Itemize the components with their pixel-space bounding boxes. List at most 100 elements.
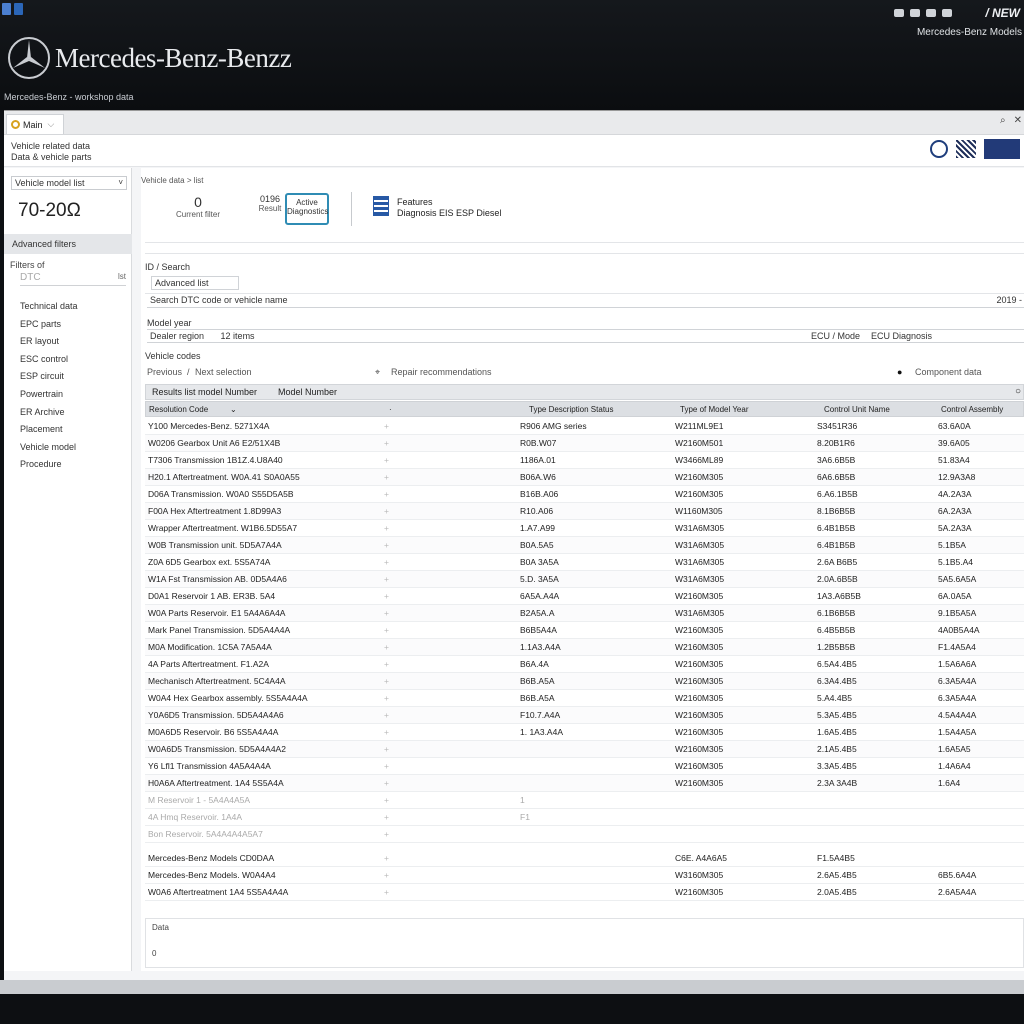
table-row[interactable]: H0A6A Aftertreatment. 1A4 5S5A4A + W2160M3… [145, 775, 1024, 792]
row-expand-icon[interactable]: + [384, 795, 389, 805]
table-row[interactable]: F00A Hex Aftertreatment 1.8D99A3 + R10.A06… [145, 503, 1024, 520]
sidebar-item[interactable]: ER Archive [20, 404, 78, 422]
settings-icon[interactable] [942, 9, 952, 17]
close-window-icon[interactable]: ✕ [1014, 115, 1022, 126]
table-row[interactable]: Bon Reservoir. 5A4A4A4A5A7 + [145, 826, 1024, 843]
table-row[interactable]: W0206 Gearbox Unit A6 E2/51X4B + R0B.W07 W2… [145, 435, 1024, 452]
table-row[interactable]: W0A6D5 Transmission. 5D5A4A4A2 + W2160M305… [145, 741, 1024, 758]
sidebar-item[interactable]: ESC control [20, 351, 78, 369]
app-icon[interactable] [2, 3, 11, 15]
table-row[interactable]: Mark Panel Transmission. 5D5A4A4A + B6B5A4… [145, 622, 1024, 639]
radio-selected-icon[interactable]: ● [897, 367, 902, 377]
row-expand-icon[interactable]: + [384, 540, 389, 550]
row-expand-icon[interactable]: + [384, 870, 389, 880]
sidebar-item[interactable]: EPC parts [20, 316, 78, 334]
table-row[interactable]: M0A Modification. 1C5A 7A5A4A +1.1A3.A4A W… [145, 639, 1024, 656]
row-expand-icon[interactable]: + [384, 829, 389, 839]
row-expand-icon[interactable]: + [384, 761, 389, 771]
row-expand-icon[interactable]: + [384, 591, 389, 601]
tab-main[interactable]: Main ⌵ [6, 114, 64, 134]
search-icon[interactable]: ⌕ [1000, 115, 1006, 126]
row-expand-icon[interactable]: + [384, 455, 389, 465]
table-row[interactable]: T7306 Transmission 1B1Z.4.U8A40 +1186A.01… [145, 452, 1024, 469]
row-expand-icon[interactable]: + [384, 642, 389, 652]
list-input[interactable]: Advanced list [151, 276, 239, 290]
previous-link[interactable]: Previous [147, 367, 182, 377]
table-row[interactable]: H20.1 Aftertreatment. W0A.41 S0A0A55 + B06… [145, 469, 1024, 486]
row-expand-icon[interactable]: + [384, 778, 389, 788]
toggle-icon[interactable] [894, 9, 904, 17]
table-row[interactable]: W1A Fst Transmission AB. 0D5A4A6 +5.D. 3A… [145, 571, 1024, 588]
table-row[interactable]: Wrapper Aftertreatment. W1B6.5D55A7 +1.A7… [145, 520, 1024, 537]
table-row[interactable]: D0A1 Reservoir 1 AB. ER3B. 5A4 +6A5A.A4A W… [145, 588, 1024, 605]
col-control-assembly[interactable]: Control Assembly [941, 405, 1003, 414]
close-icon[interactable]: ⌵ [48, 119, 55, 130]
row-expand-icon[interactable]: + [384, 812, 389, 822]
filter-input[interactable]: DTC lst [20, 272, 126, 286]
table-row[interactable]: Z0A 6D5 Gearbox ext. 5S5A74A + B0A 3A5A W31… [145, 554, 1024, 571]
active-diagnostics-button[interactable]: Active Diagnostics [285, 193, 329, 225]
table-row[interactable]: W0B Transmission unit. 5D5A7A4A + B0A.5A5 W… [145, 537, 1024, 554]
sidebar-item[interactable]: ESP circuit [20, 368, 78, 386]
table-row[interactable]: M Reservoir 1 - 5A4A4A5A +1 [145, 792, 1024, 809]
sidebar-section-header[interactable]: Advanced filters [4, 234, 132, 254]
row-expand-icon[interactable]: + [384, 727, 389, 737]
col-resolution-code[interactable]: Resolution Code [149, 405, 208, 414]
camera-icon[interactable] [910, 9, 920, 17]
sort-icon[interactable]: ⌄ [230, 405, 237, 414]
col-model-year[interactable]: Type of Model Year [680, 405, 749, 414]
row-expand-icon[interactable]: + [384, 744, 389, 754]
table-row[interactable]: Y6 Lfl1 Transmission 4A5A4A4A + W2160M305 3… [145, 758, 1024, 775]
result-card[interactable]: 0196 Result [255, 194, 285, 213]
table-row[interactable]: Mechanisch Aftertreatment. 5C4A4A + B6B.A5… [145, 673, 1024, 690]
row-expand-icon[interactable]: + [384, 472, 389, 482]
row-expand-icon[interactable]: + [384, 659, 389, 669]
row-expand-icon[interactable]: + [384, 523, 389, 533]
sidebar-item[interactable]: ER layout [20, 333, 78, 351]
table-row[interactable]: W0A6 Aftertreatment 1A4 5S5A4A4A + W2160M3… [145, 884, 1024, 901]
row-expand-icon[interactable]: + [384, 421, 389, 431]
sidebar-item[interactable]: Procedure [20, 456, 78, 474]
sidebar-item[interactable]: Technical data [20, 298, 78, 316]
features-title[interactable]: Features [397, 197, 433, 207]
sidebar-item[interactable]: Powertrain [20, 386, 78, 404]
row-expand-icon[interactable]: + [384, 710, 389, 720]
col-control-unit[interactable]: Control Unit Name [824, 405, 890, 414]
sidebar-item[interactable]: Placement [20, 421, 78, 439]
table-row[interactable]: W0A4 Hex Gearbox assembly. 5S5A4A4A + B6B.… [145, 690, 1024, 707]
row-expand-icon[interactable]: + [384, 438, 389, 448]
table-row[interactable]: D06A Transmission. W0A0 S55D5A5B + B16B.A0… [145, 486, 1024, 503]
sidebar-item[interactable]: Vehicle model [20, 439, 78, 457]
table-row[interactable]: 4A Hmq Reservoir. 1A4A + F1 [145, 809, 1024, 826]
row-expand-icon[interactable]: + [384, 853, 389, 863]
table-row[interactable]: Y100 Mercedes-Benz. 5271X4A + R906 AMG ser… [145, 418, 1024, 435]
home-icon[interactable] [14, 3, 23, 15]
row-expand-icon[interactable]: + [384, 887, 389, 897]
next-selection-link[interactable]: Next selection [195, 367, 252, 377]
window-controls[interactable] [2, 3, 23, 15]
table-row[interactable]: Y0A6D5 Transmission. 5D5A4A4A6 + F10.7.A4A… [145, 707, 1024, 724]
col-type-description[interactable]: Type Description Status [529, 405, 613, 414]
component-data-link[interactable]: Component data [915, 367, 982, 377]
table-row[interactable]: M0A6D5 Reservoir. B6 5S5A4A4A +1. 1A3.A4A… [145, 724, 1024, 741]
row-expand-icon[interactable]: + [384, 574, 389, 584]
filter-count-card[interactable]: 0 Current filter [169, 194, 227, 219]
model-select[interactable]: Vehicle model list ˅ [11, 176, 127, 190]
print-icon[interactable] [926, 9, 936, 17]
search-input[interactable]: Search DTC code or vehicle name 2019 - [147, 294, 1024, 308]
row-expand-icon[interactable]: + [384, 625, 389, 635]
table-row[interactable]: Mercedes-Benz Models CD0DAA + C6E. A4A6A5 F… [145, 850, 1024, 867]
row-expand-icon[interactable]: + [384, 608, 389, 618]
settings-icon[interactable]: ○ [1015, 386, 1021, 397]
row-expand-icon[interactable]: + [384, 506, 389, 516]
table-row[interactable]: Mercedes-Benz Models. W0A4A4 + W3160M305 2.… [145, 867, 1024, 884]
table-row[interactable]: W0A Parts Reservoir. E1 5A4A6A4A + B2A5A.A… [145, 605, 1024, 622]
model-year-row[interactable]: Dealer region 12 items ECU / Mode ECU Di… [147, 329, 1024, 343]
row-expand-icon[interactable]: + [384, 693, 389, 703]
row-expand-icon[interactable]: + [384, 489, 389, 499]
table-row[interactable]: 4A Parts Aftertreatment. F1.A2A + B6A.4A W2… [145, 656, 1024, 673]
row-expand-icon[interactable]: + [384, 676, 389, 686]
row-expand-icon[interactable]: + [384, 557, 389, 567]
repair-recommendations-link[interactable]: Repair recommendations [391, 367, 492, 377]
model-number-tab[interactable]: Model Number [278, 387, 337, 397]
